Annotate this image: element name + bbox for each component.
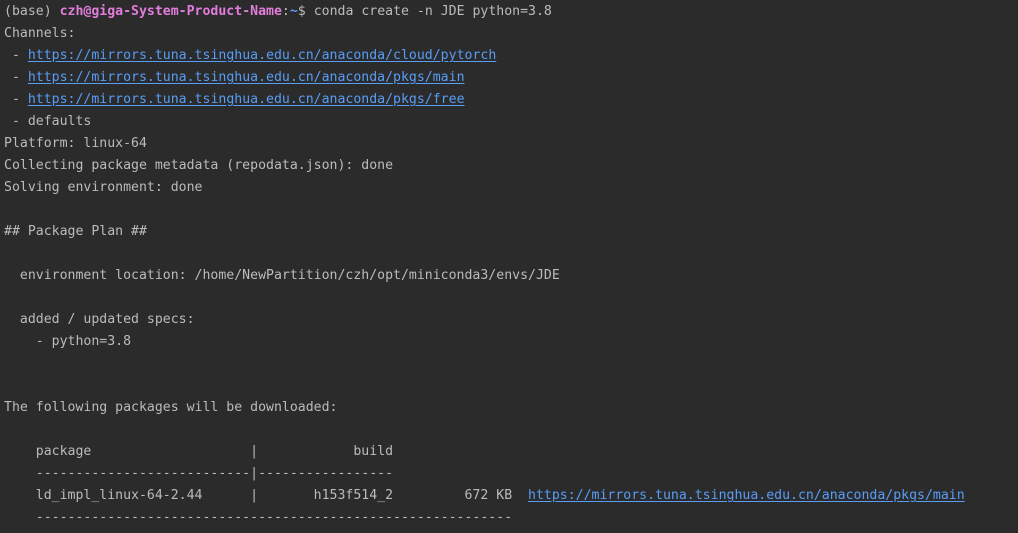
table-header: package | build [4,444,394,459]
channels-header: Channels: [4,26,76,41]
prompt-line: (base) czh@giga-System-Product-Name:~$ c… [4,1,1018,23]
download-header: The following packages will be downloade… [4,400,338,415]
solving-line: Solving environment: done [4,180,203,195]
channel-bullet: - [4,70,28,85]
package-row-text: ld_impl_linux-64-2.44 | h153f514_2 672 K… [4,488,529,503]
prompt-separator: : [281,4,290,19]
channel-item: - https://mirrors.tuna.tsinghua.edu.cn/a… [4,67,1018,89]
collecting-line: Collecting package metadata (repodata.js… [4,158,394,173]
command-text: conda create -n JDE python=3.8 [313,4,552,19]
user-host: czh@giga-System-Product-Name [59,4,282,19]
channel-item: - https://mirrors.tuna.tsinghua.edu.cn/a… [4,45,1018,67]
channel-bullet: - [4,48,28,63]
table-row: ld_impl_linux-64-2.44 | h153f514_2 672 K… [4,485,1018,507]
terminal-window[interactable]: (base) czh@giga-System-Product-Name:~$ c… [0,0,1018,533]
channel-defaults: - defaults [4,114,92,129]
package-plan-heading: ## Package Plan ## [4,224,147,239]
channel-bullet: - [4,92,28,107]
table-bottom-separator: ----------------------------------------… [4,510,513,525]
channel-link-free[interactable]: https://mirrors.tuna.tsinghua.edu.cn/ana… [28,92,465,107]
channel-link-main[interactable]: https://mirrors.tuna.tsinghua.edu.cn/ana… [28,70,465,85]
spec-item: - python=3.8 [4,334,132,349]
table-separator: ---------------------------|------------… [4,466,394,481]
env-location-line: environment location: /home/NewPartition… [4,268,560,283]
conda-env-label: (base) [4,4,60,19]
channel-link-pytorch[interactable]: https://mirrors.tuna.tsinghua.edu.cn/ana… [28,48,496,63]
prompt-symbol: $ [297,4,314,19]
specs-header: added / updated specs: [4,312,195,327]
channel-item: - https://mirrors.tuna.tsinghua.edu.cn/a… [4,89,1018,111]
platform-line: Platform: linux-64 [4,136,147,151]
package-source-link[interactable]: https://mirrors.tuna.tsinghua.edu.cn/ana… [528,488,965,503]
prompt-path: ~ [289,4,298,19]
